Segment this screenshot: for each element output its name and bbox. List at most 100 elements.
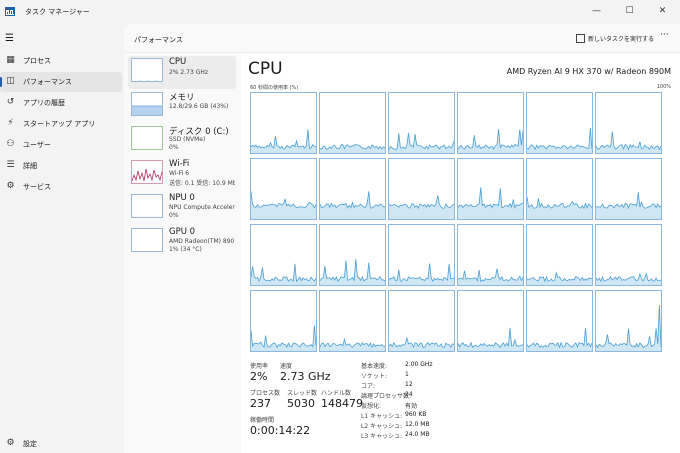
cpu-thumbnail-graph xyxy=(131,58,163,82)
core-usage-area xyxy=(389,337,454,351)
spec-label: L2 キャッシュ: xyxy=(361,423,403,430)
gpu-thumbnail-graph xyxy=(131,228,163,252)
core-graph xyxy=(388,290,455,352)
nav-item-label: 設定 xyxy=(23,440,37,448)
nav-item-processes[interactable]: ▦ プロセス xyxy=(0,51,122,71)
task-manager-icon xyxy=(5,7,15,16)
graph-caption: 60 秒間の使用率 (%) xyxy=(250,85,299,91)
device-detail: Wi-Fi 6 xyxy=(169,170,190,177)
nav-item-label: パフォーマンス xyxy=(23,78,72,86)
core-graph xyxy=(457,158,524,220)
grid-icon: ▦ xyxy=(6,55,15,65)
spec-value: 24.0 MB xyxy=(405,431,430,438)
spec-label: 基本速度: xyxy=(361,363,388,370)
core-graph xyxy=(526,92,593,154)
nav-item-users[interactable]: ⚇ ユーザー xyxy=(0,135,122,155)
core-graph xyxy=(319,92,386,154)
device-detail: NPU Compute Accelera xyxy=(169,204,235,211)
run-task-icon xyxy=(576,34,585,43)
nav-item-services[interactable]: ⚙ サービス xyxy=(0,177,122,197)
core-usage-line xyxy=(458,327,523,349)
spec-value: 12 xyxy=(405,381,413,388)
device-item-wifi[interactable]: Wi-Fi Wi-Fi 6 送信: 0.1 受信: 10.9 Mb xyxy=(128,158,236,191)
spec-value: 960 KB xyxy=(405,411,427,418)
handles-label: ハンドル数 xyxy=(321,390,352,397)
disk-thumbnail-graph xyxy=(131,126,163,150)
core-graph xyxy=(388,224,455,286)
core-usage-line xyxy=(596,191,661,210)
device-name: CPU xyxy=(169,57,187,67)
spec-label: ソケット: xyxy=(361,373,388,380)
nav-item-label: ユーザー xyxy=(23,141,51,149)
device-detail: 12.8/29.6 GB (43%) xyxy=(169,103,229,110)
device-item-disk[interactable]: ディスク 0 (C:) SSD (NVMe) 0% xyxy=(128,124,236,157)
users-icon: ⚇ xyxy=(6,139,15,149)
nav-item-label: 詳細 xyxy=(23,162,37,170)
core-usage-area xyxy=(527,128,592,153)
core-graph xyxy=(526,290,593,352)
core-graph xyxy=(388,92,455,154)
core-usage-area xyxy=(251,325,316,351)
core-graph xyxy=(595,224,662,286)
device-item-npu[interactable]: NPU 0 NPU Compute Accelera 0% xyxy=(128,192,236,225)
device-name: GPU 0 xyxy=(169,227,196,237)
core-graph xyxy=(250,224,317,286)
core-usage-area xyxy=(251,263,316,285)
nav-item-performance[interactable]: ◫ パフォーマンス xyxy=(0,72,122,92)
menu-toggle-icon[interactable]: ☰ xyxy=(5,33,14,44)
nav-item-details[interactable]: ☰ 詳細 xyxy=(0,156,122,176)
nav-item-settings[interactable]: ⚙ 設定 xyxy=(0,434,122,453)
spec-label: 仮想化: xyxy=(361,403,382,410)
close-button[interactable]: ✕ xyxy=(646,0,679,22)
core-graph xyxy=(319,224,386,286)
device-detail: 0% xyxy=(169,212,179,219)
core-usage-area xyxy=(458,187,523,219)
logical-processor-graphs xyxy=(250,92,668,352)
core-usage-line xyxy=(320,259,385,282)
core-usage-area xyxy=(389,263,454,285)
run-new-task-label: 新しいタスクを実行する xyxy=(588,36,655,43)
spec-value: 有効 xyxy=(405,403,418,410)
speed-value: 2.73 GHz xyxy=(280,370,331,383)
device-item-gpu[interactable]: GPU 0 AMD Radeon(TM) 890... 1% (34 °C) xyxy=(128,226,236,259)
core-usage-area xyxy=(458,129,523,153)
core-graph xyxy=(526,158,593,220)
nav-item-startup-apps[interactable]: ⚡ スタートアップ アプリ xyxy=(0,114,122,134)
memory-thumbnail-graph xyxy=(131,92,163,116)
cpu-heading: CPU xyxy=(248,59,283,79)
core-graph xyxy=(319,290,386,352)
run-new-task-button[interactable]: 新しいタスクを実行する xyxy=(576,34,654,43)
threads-label: スレッド数 xyxy=(287,390,318,397)
window-title: タスク マネージャー xyxy=(25,8,90,16)
nav-item-app-history[interactable]: ↺ アプリの履歴 xyxy=(0,93,122,113)
core-graph xyxy=(457,224,524,286)
core-usage-area xyxy=(527,272,592,285)
device-detail: 0% xyxy=(169,144,179,151)
device-item-cpu[interactable]: CPU 2% 2.73 GHz xyxy=(128,56,236,89)
processes-value: 237 xyxy=(250,397,271,410)
title-bar: タスク マネージャー — ☐ ✕ xyxy=(0,0,680,24)
maximize-button[interactable]: ☐ xyxy=(613,0,646,22)
core-graph xyxy=(250,92,317,154)
spec-label: L3 キャッシュ: xyxy=(361,433,403,440)
sidebar: ☰ ▦ プロセス ◫ パフォーマンス ↺ アプリの履歴 ⚡ スタートアップ アプ… xyxy=(0,24,124,453)
page-title: パフォーマンス xyxy=(134,36,183,44)
spec-label: L1 キャッシュ: xyxy=(361,413,403,420)
more-options-button[interactable]: ··· xyxy=(660,30,669,40)
core-graph xyxy=(457,92,524,154)
core-usage-area xyxy=(251,129,316,153)
spec-value: 1 xyxy=(405,371,409,378)
core-graph xyxy=(457,290,524,352)
details-icon: ☰ xyxy=(6,160,15,170)
core-usage-area xyxy=(458,268,523,285)
minimize-button[interactable]: — xyxy=(580,0,613,22)
device-detail: 送信: 0.1 受信: 10.9 Mb xyxy=(169,180,235,187)
core-graph xyxy=(250,158,317,220)
device-detail: AMD Radeon(TM) 890... xyxy=(169,238,235,245)
core-usage-line xyxy=(320,337,385,349)
usage-value: 2% xyxy=(250,370,268,383)
handles-value: 148479 xyxy=(321,397,363,410)
device-item-memory[interactable]: メモリ 12.8/29.6 GB (43%) xyxy=(128,90,236,123)
history-icon: ↺ xyxy=(6,97,15,107)
startup-icon: ⚡ xyxy=(7,118,14,128)
